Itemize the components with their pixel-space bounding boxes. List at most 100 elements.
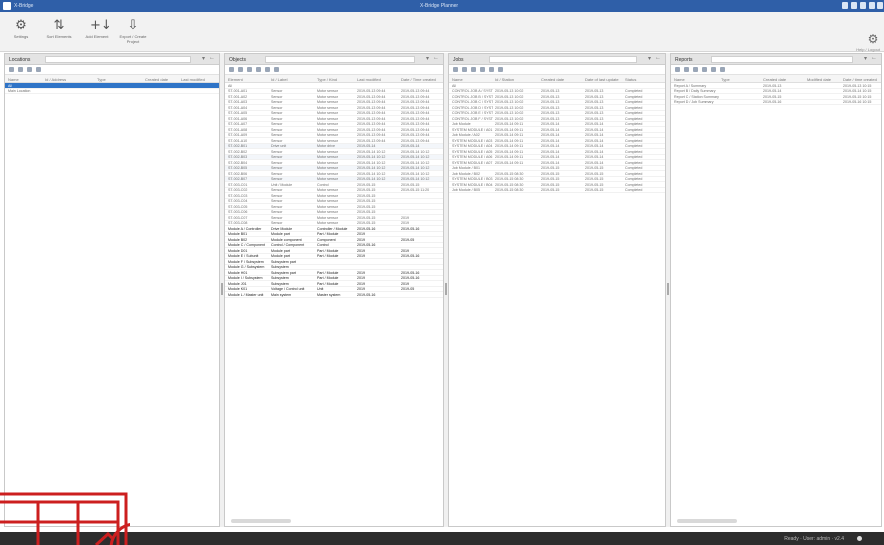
restore-icon[interactable] bbox=[869, 2, 875, 9]
add-icon: +↓ bbox=[90, 18, 112, 33]
column-header[interactable]: Date of last update bbox=[585, 77, 619, 82]
toolbar-action-icon[interactable] bbox=[675, 67, 680, 72]
filter-icon[interactable]: ▾ bbox=[426, 55, 429, 62]
toolbar-action-icon[interactable] bbox=[480, 67, 485, 72]
toolbar-action-icon[interactable] bbox=[18, 67, 23, 72]
help-icon[interactable] bbox=[842, 2, 848, 9]
table-cell: 2019-05-13 09:44 bbox=[401, 105, 430, 110]
toolbar-action-icon[interactable] bbox=[256, 67, 261, 72]
minimize-icon[interactable] bbox=[851, 2, 857, 9]
column-header[interactable]: Created date bbox=[763, 77, 786, 82]
toolbar-action-icon[interactable] bbox=[489, 67, 494, 72]
collapse-icon[interactable]: ← bbox=[871, 55, 877, 61]
column-header[interactable]: Created date bbox=[541, 77, 564, 82]
maximize-icon[interactable] bbox=[860, 2, 866, 9]
table-header: Element Id / Label Type / Kind Last modifie… bbox=[225, 75, 443, 83]
table-cell: Master system bbox=[317, 292, 341, 297]
toolbar-action-icon[interactable] bbox=[247, 67, 252, 72]
collapse-icon[interactable]: ← bbox=[655, 55, 661, 61]
filter-icon[interactable]: ▾ bbox=[648, 55, 651, 62]
column-header[interactable]: Id / Station bbox=[495, 77, 514, 82]
column-header[interactable]: Modified date bbox=[807, 77, 831, 82]
table-cell: Completed bbox=[625, 177, 643, 181]
toolbar-action-icon[interactable] bbox=[720, 67, 725, 72]
filter-input[interactable] bbox=[45, 56, 191, 63]
filter-input[interactable] bbox=[489, 56, 637, 63]
column-header[interactable]: Type / Kind bbox=[317, 77, 337, 82]
toolbar-action-icon[interactable] bbox=[711, 67, 716, 72]
toolbar-action-icon[interactable] bbox=[265, 67, 270, 72]
filter-icon[interactable]: ▾ bbox=[202, 55, 205, 62]
table-cell: 2019-05-15 11:20 bbox=[401, 188, 430, 192]
toolbar-action-icon[interactable] bbox=[9, 67, 14, 72]
table-row[interactable]: Module L / Master unit Main system Master … bbox=[225, 292, 443, 298]
column-header[interactable]: Date / Time created bbox=[401, 77, 436, 82]
table-cell: 2019-05-14 10:12 bbox=[357, 171, 386, 176]
table-row[interactable]: Main Location bbox=[5, 89, 219, 94]
column-header[interactable]: Last modified bbox=[357, 77, 381, 82]
horizontal-scrollbar[interactable] bbox=[677, 519, 737, 523]
table-cell: Sensor bbox=[271, 122, 283, 126]
filter-icon[interactable]: ▾ bbox=[864, 55, 867, 62]
table-cell: 2019-05-13 09:44 bbox=[357, 89, 386, 93]
toolbar-action-icon[interactable] bbox=[274, 67, 279, 72]
collapse-icon[interactable]: ← bbox=[433, 55, 439, 61]
sort-elements-button[interactable]: ⇅ Sort Elements bbox=[42, 15, 76, 49]
toolbar-action-icon[interactable] bbox=[684, 67, 689, 72]
column-header[interactable]: Id / Address bbox=[45, 77, 66, 82]
settings-button[interactable]: ⚙ Settings bbox=[4, 15, 38, 49]
collapse-icon[interactable]: ← bbox=[209, 55, 215, 61]
table-cell: Motor sensor bbox=[317, 177, 338, 181]
column-header[interactable]: Last modified bbox=[181, 77, 205, 82]
add-element-button[interactable]: +↓ Add Element bbox=[80, 15, 114, 49]
app-name: X-Bridge bbox=[14, 3, 34, 9]
toolbar-action-icon[interactable] bbox=[36, 67, 41, 72]
horizontal-scrollbar[interactable] bbox=[231, 519, 291, 523]
toolbar-action-icon[interactable] bbox=[702, 67, 707, 72]
table-cell: 2019-05-14 bbox=[585, 160, 604, 165]
column-header[interactable]: Type bbox=[721, 77, 730, 82]
table-cell: Part / Module bbox=[317, 276, 339, 280]
filter-input[interactable] bbox=[265, 56, 415, 63]
toolbar-action-icon[interactable] bbox=[229, 67, 234, 72]
table-cell: 2019-05-14 10:12 bbox=[357, 166, 386, 170]
toolbar-action-icon[interactable] bbox=[471, 67, 476, 72]
table-row[interactable]: Job Module / B05 2019-05-15 08:30 2019-05-… bbox=[449, 188, 665, 193]
table-row[interactable]: Report D / Job Summary 2019-05-16 2019-05-… bbox=[671, 100, 881, 105]
table-cell: 2019-05-15 08:30 bbox=[495, 171, 524, 176]
table-cell: Sensor bbox=[271, 171, 283, 176]
toolbar-action-icon[interactable] bbox=[27, 67, 32, 72]
help-logout-link[interactable]: Help / Logout bbox=[856, 47, 880, 52]
column-header[interactable]: Status bbox=[625, 77, 636, 82]
toolbar-action-icon[interactable] bbox=[462, 67, 467, 72]
table-cell: SYSTEM MODULE / B04 bbox=[452, 182, 493, 187]
table-cell: 2019-05-13 09:44 bbox=[357, 133, 386, 137]
toolbar-action-icon[interactable] bbox=[238, 67, 243, 72]
reports-panel: Reports ▾ ← Name Type Created date Modified… bbox=[670, 53, 882, 527]
gear-icon: ⚙ bbox=[15, 18, 27, 33]
column-header[interactable]: Type bbox=[97, 77, 106, 82]
export-button[interactable]: ⇩ Export / Create Project bbox=[116, 15, 150, 49]
table-cell: 2019-05-13 bbox=[541, 94, 560, 99]
settings-label: Settings bbox=[13, 34, 29, 39]
table-cell: 2019-05-15 bbox=[585, 171, 604, 176]
toolbar-action-icon[interactable] bbox=[693, 67, 698, 72]
table-cell: Motor sensor bbox=[317, 138, 338, 143]
column-header[interactable]: Id / Label bbox=[271, 77, 287, 82]
toolbar-action-icon[interactable] bbox=[498, 67, 503, 72]
status-text: Ready · User: admin · v2.4 bbox=[784, 536, 844, 542]
column-header[interactable]: Created date bbox=[145, 77, 168, 82]
filter-input[interactable] bbox=[711, 56, 853, 63]
column-header[interactable]: Name bbox=[452, 77, 463, 82]
column-header[interactable]: Name bbox=[8, 77, 19, 82]
table-cell: 2019-05-13 09:44 bbox=[357, 94, 386, 99]
column-header[interactable]: Element bbox=[228, 77, 243, 82]
toolbar-action-icon[interactable] bbox=[453, 67, 458, 72]
user-icon[interactable]: ⚙ bbox=[866, 32, 880, 46]
column-header[interactable]: Date / time created bbox=[843, 77, 877, 82]
table-cell: 2019-05-14 10:12 bbox=[401, 166, 430, 170]
column-header[interactable]: Name bbox=[674, 77, 685, 82]
close-icon[interactable] bbox=[877, 2, 883, 9]
table-cell: 2019-05-13 bbox=[585, 89, 604, 93]
table-cell: Module H01 bbox=[228, 270, 248, 275]
